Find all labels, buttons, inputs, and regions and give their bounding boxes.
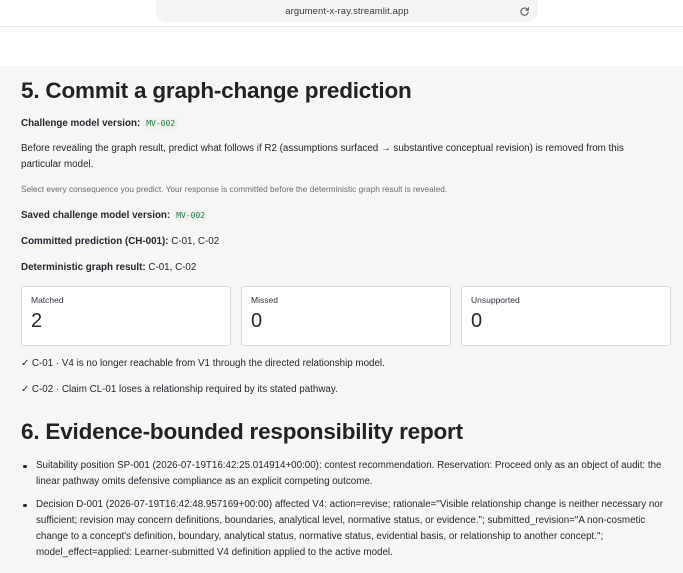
challenge-version-label: Challenge model version: bbox=[21, 118, 141, 129]
saved-version-code: MV-002 bbox=[173, 210, 209, 221]
metric-missed: Missed 0 bbox=[241, 286, 451, 346]
reload-icon[interactable] bbox=[518, 5, 530, 17]
challenge-version-code: MV-002 bbox=[143, 118, 179, 129]
section-5-title: 5. Commit a graph-change prediction bbox=[21, 78, 412, 103]
metric-value: 2 bbox=[31, 310, 43, 332]
committed-prediction-label: Committed prediction (CH-001): bbox=[21, 236, 169, 247]
graph-result-label: Deterministic graph result: bbox=[21, 262, 146, 273]
url-text: argument-x-ray.streamlit.app bbox=[285, 5, 409, 17]
page-header-space bbox=[0, 27, 683, 66]
saved-version-label: Saved challenge model version: bbox=[21, 210, 171, 221]
metric-label: Matched bbox=[31, 295, 64, 305]
section-6-title: 6. Evidence-bounded responsibility repor… bbox=[21, 419, 463, 444]
graph-result-value: C-01, C-02 bbox=[145, 262, 197, 273]
consequence-check-c01: ✓ C-01 · V4 is no longer reachable from … bbox=[21, 358, 385, 369]
committed-prediction-line: Committed prediction (CH-001): C-01, C-0… bbox=[21, 234, 219, 249]
report-item-suitability: Suitability position SP-001 (2026-07-19T… bbox=[21, 458, 671, 490]
metric-matched: Matched 2 bbox=[21, 286, 231, 346]
metric-label: Unsupported bbox=[471, 295, 520, 305]
metric-value: 0 bbox=[251, 310, 263, 332]
consequence-check-c02: ✓ C-02 · Claim CL-01 loses a relationshi… bbox=[21, 384, 338, 395]
metric-value: 0 bbox=[471, 310, 483, 332]
main-content: 5. Commit a graph-change prediction Chal… bbox=[0, 66, 683, 573]
prediction-caption: Select every consequence you predict. Yo… bbox=[21, 184, 448, 194]
metric-unsupported: Unsupported 0 bbox=[461, 286, 671, 346]
address-bar[interactable]: argument-x-ray.streamlit.app bbox=[156, 0, 538, 22]
report-item-decision: Decision D-001 (2026-07-19T16:42:48.9571… bbox=[21, 497, 671, 561]
responsibility-report-list: Suitability position SP-001 (2026-07-19T… bbox=[21, 458, 671, 568]
challenge-version-line: Challenge model version: MV-002 bbox=[21, 116, 179, 131]
prediction-intro: Before revealing the graph result, predi… bbox=[21, 143, 624, 170]
graph-result-line: Deterministic graph result: C-01, C-02 bbox=[21, 260, 196, 275]
browser-toolbar: argument-x-ray.streamlit.app bbox=[0, 0, 683, 27]
saved-version-line: Saved challenge model version: MV-002 bbox=[21, 208, 209, 223]
metric-label: Missed bbox=[251, 295, 278, 305]
committed-prediction-value: C-01, C-02 bbox=[168, 236, 220, 247]
